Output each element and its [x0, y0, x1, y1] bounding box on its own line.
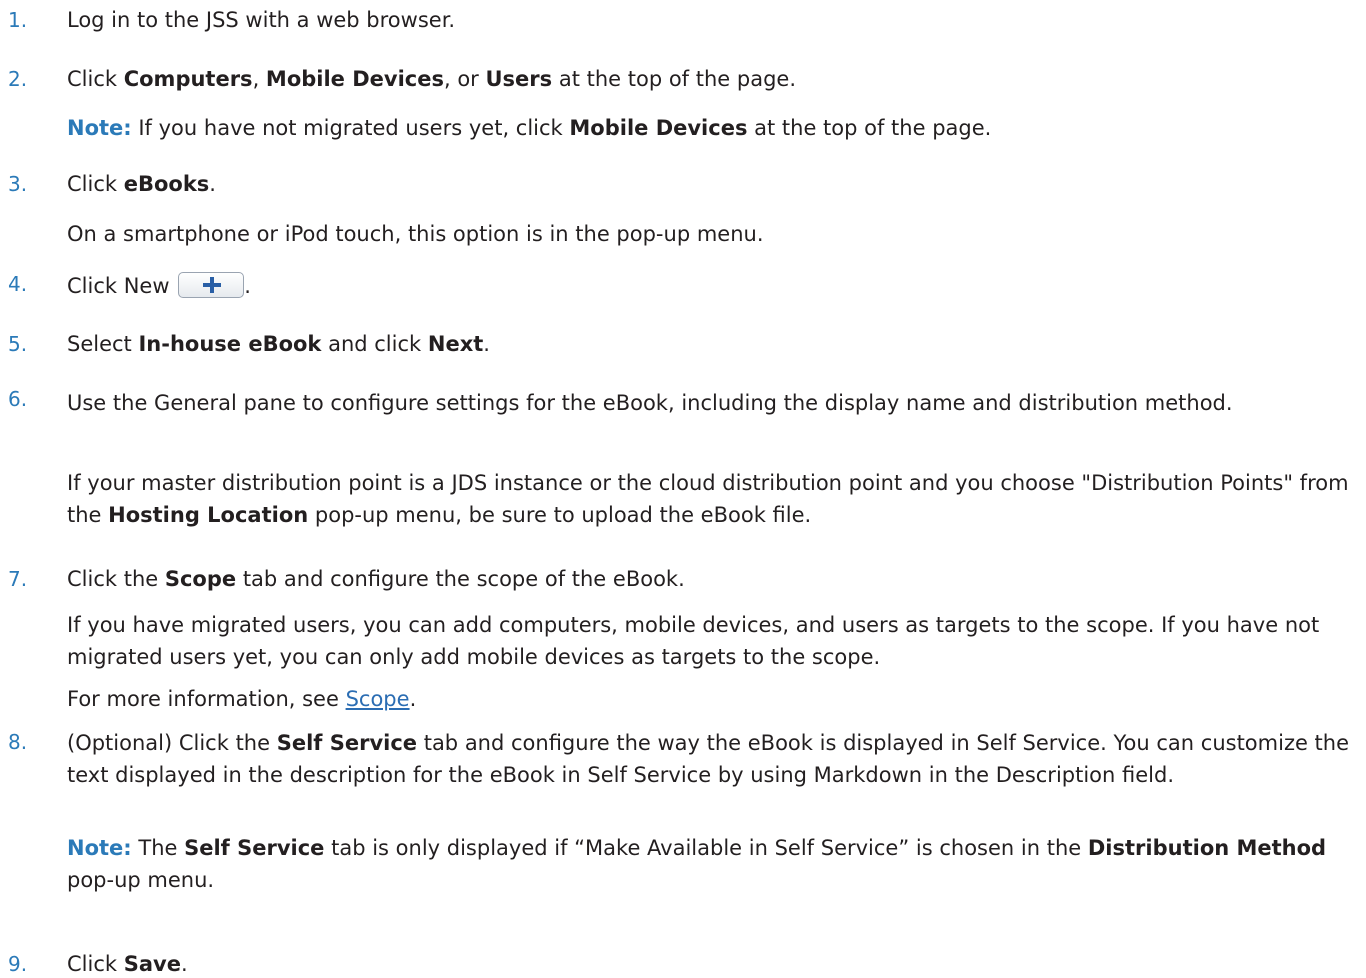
step-number: 8.	[8, 730, 28, 754]
step-text: Click New .	[67, 272, 251, 298]
step-number: 6.	[8, 387, 28, 411]
step-note: Note: The Self Service tab is only displ…	[67, 836, 1327, 892]
plus-icon	[203, 277, 222, 293]
step-number: 2.	[8, 67, 28, 91]
step-text: (Optional) Click the Self Service tab an…	[67, 731, 1350, 787]
step-number: 4.	[8, 272, 28, 296]
step-number: 5.	[8, 332, 28, 356]
step-subtext: On a smartphone or iPod touch, this opti…	[67, 222, 764, 246]
step-text: Select In-house eBook and click Next.	[67, 332, 490, 356]
step-text: Click Save.	[67, 952, 188, 976]
step-text: Click eBooks.	[67, 172, 216, 196]
step-text: Click the Scope tab and configure the sc…	[67, 567, 685, 591]
step-more-info: For more information, see Scope.	[67, 687, 417, 711]
new-button-image	[178, 272, 245, 298]
step-subtext: If your master distribution point is a J…	[67, 471, 1349, 527]
step-number: 9.	[8, 952, 28, 976]
step-text: Use the General pane to configure settin…	[67, 391, 1233, 415]
step-number: 7.	[8, 567, 28, 591]
step-text: Log in to the JSS with a web browser.	[67, 8, 456, 32]
step-number: 1.	[8, 8, 28, 32]
step-number: 3.	[8, 172, 28, 196]
step-text: Click Computers, Mobile Devices, or User…	[67, 67, 797, 91]
scope-link[interactable]: Scope	[346, 687, 410, 711]
step-subtext: If you have migrated users, you can add …	[67, 613, 1320, 669]
step-note: Note: If you have not migrated users yet…	[67, 116, 992, 140]
